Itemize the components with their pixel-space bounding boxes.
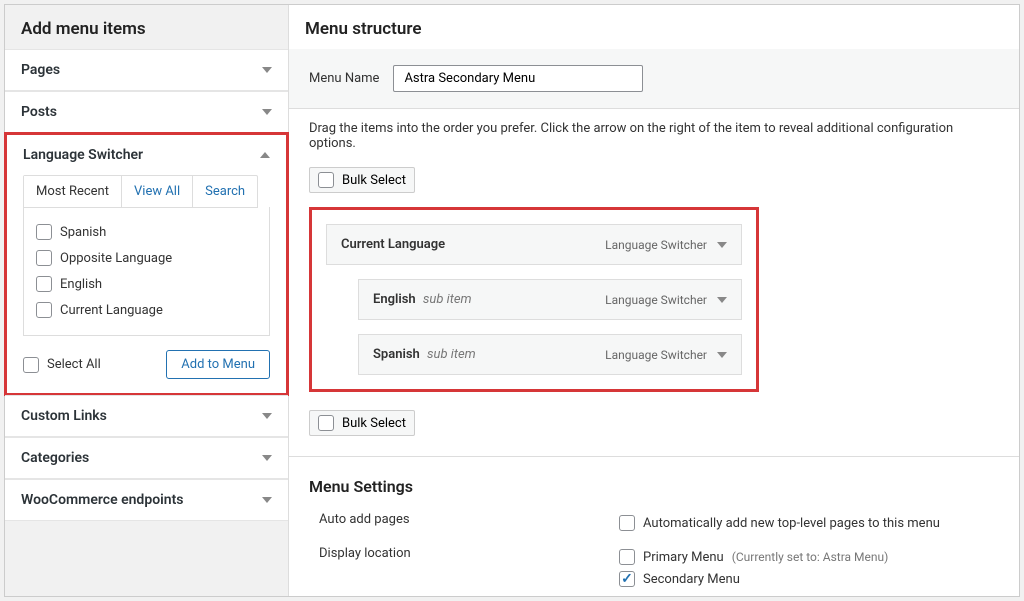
option-opposite[interactable]: Opposite Language bbox=[36, 245, 257, 271]
menu-item-current-language[interactable]: Current Language Language Switcher bbox=[326, 224, 742, 265]
accordion-language-label: Language Switcher bbox=[23, 147, 143, 163]
option-spanish[interactable]: Spanish bbox=[36, 219, 257, 245]
chevron-down-icon[interactable] bbox=[717, 297, 727, 303]
menu-item-english[interactable]: English sub item Language Switcher bbox=[358, 279, 742, 320]
tab-most-recent[interactable]: Most Recent bbox=[24, 176, 122, 207]
accordion-woocommerce[interactable]: WooCommerce endpoints bbox=[5, 479, 288, 521]
accordion-woocommerce-label: WooCommerce endpoints bbox=[21, 492, 183, 508]
accordion-posts[interactable]: Posts bbox=[5, 91, 288, 133]
checkbox-icon[interactable] bbox=[619, 515, 635, 531]
option-english[interactable]: English bbox=[36, 271, 257, 297]
chevron-down-icon bbox=[262, 413, 272, 419]
chevron-down-icon bbox=[262, 455, 272, 461]
accordion-categories[interactable]: Categories bbox=[5, 437, 288, 479]
tab-search[interactable]: Search bbox=[193, 176, 257, 207]
checkbox-icon[interactable] bbox=[36, 302, 52, 318]
chevron-down-icon bbox=[262, 497, 272, 503]
bulk-select-bottom[interactable]: Bulk Select bbox=[309, 410, 415, 436]
checkbox-icon[interactable] bbox=[36, 276, 52, 292]
display-location-label: Display location bbox=[319, 546, 619, 561]
checkbox-icon[interactable] bbox=[23, 357, 39, 373]
language-tabs: Most Recent View All Search bbox=[23, 175, 258, 208]
add-menu-items-panel: Add menu items Pages Posts Language Swit… bbox=[5, 5, 289, 596]
menu-settings-title: Menu Settings bbox=[289, 463, 1019, 506]
checkbox-icon[interactable] bbox=[36, 250, 52, 266]
checkbox-icon[interactable] bbox=[36, 224, 52, 240]
accordion-pages[interactable]: Pages bbox=[5, 49, 288, 91]
instructions-text: Drag the items into the order you prefer… bbox=[289, 109, 1019, 163]
checkbox-icon[interactable] bbox=[619, 549, 635, 565]
primary-menu-option[interactable]: Primary Menu (Currently set to: Astra Me… bbox=[619, 546, 989, 568]
add-menu-title: Add menu items bbox=[5, 5, 288, 49]
chevron-down-icon bbox=[262, 109, 272, 115]
accordion-custom-links[interactable]: Custom Links bbox=[5, 395, 288, 437]
chevron-down-icon[interactable] bbox=[717, 352, 727, 358]
accordion-custom-links-label: Custom Links bbox=[21, 408, 107, 424]
secondary-menu-option[interactable]: Secondary Menu bbox=[619, 568, 989, 590]
chevron-down-icon[interactable] bbox=[717, 242, 727, 248]
tab-view-all[interactable]: View All bbox=[122, 176, 193, 207]
checkbox-icon[interactable] bbox=[318, 172, 334, 188]
chevron-up-icon bbox=[260, 152, 270, 158]
accordion-language-switcher[interactable]: Language Switcher bbox=[7, 135, 286, 175]
add-to-menu-button[interactable]: Add to Menu bbox=[166, 350, 270, 379]
bulk-select-top[interactable]: Bulk Select bbox=[309, 167, 415, 193]
menu-structure-panel: Menu structure Menu Name Drag the items … bbox=[289, 5, 1019, 596]
auto-add-label: Auto add pages bbox=[319, 512, 619, 527]
accordion-posts-label: Posts bbox=[21, 104, 57, 120]
highlighted-language-switcher: Language Switcher Most Recent View All S… bbox=[4, 132, 289, 396]
accordion-pages-label: Pages bbox=[21, 62, 60, 78]
menu-name-label: Menu Name bbox=[309, 71, 379, 86]
menu-name-bar: Menu Name bbox=[289, 49, 1019, 109]
menu-name-input[interactable] bbox=[393, 65, 643, 92]
checkbox-icon[interactable] bbox=[318, 415, 334, 431]
select-all[interactable]: Select All bbox=[23, 352, 101, 378]
menu-structure-title: Menu structure bbox=[289, 5, 1019, 49]
option-current[interactable]: Current Language bbox=[36, 297, 257, 323]
checkbox-checked-icon[interactable] bbox=[619, 571, 635, 587]
menu-item-spanish[interactable]: Spanish sub item Language Switcher bbox=[358, 334, 742, 375]
accordion-categories-label: Categories bbox=[21, 450, 89, 466]
auto-add-option[interactable]: Automatically add new top-level pages to… bbox=[619, 512, 989, 534]
chevron-down-icon bbox=[262, 67, 272, 73]
highlighted-menu-items: Current Language Language Switcher Engli… bbox=[309, 207, 759, 392]
